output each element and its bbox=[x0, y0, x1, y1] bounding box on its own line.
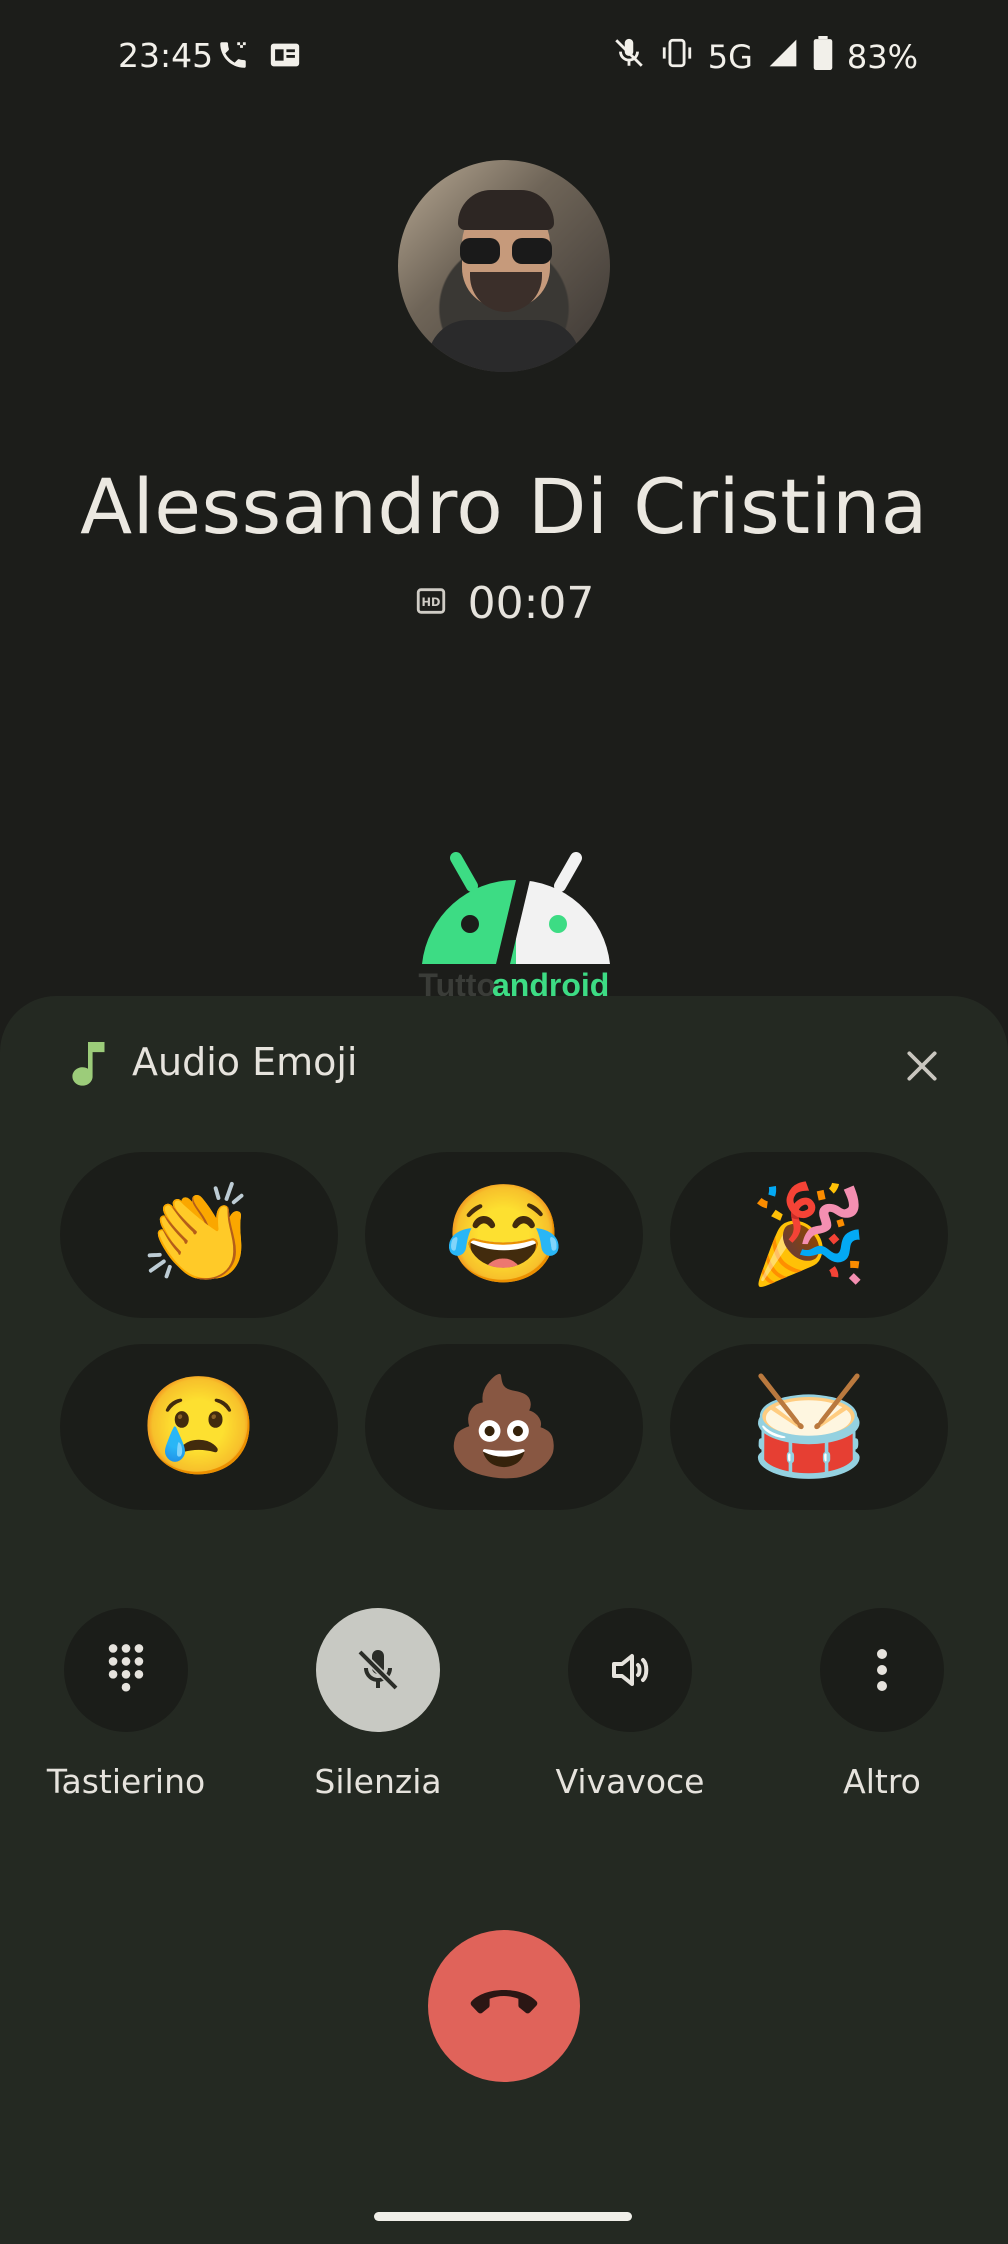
emoji-button-tears-of-joy[interactable]: 😂 bbox=[365, 1152, 643, 1318]
home-indicator[interactable] bbox=[374, 2212, 632, 2221]
end-call-icon bbox=[470, 1990, 538, 2014]
speaker-label: Vivavoce bbox=[555, 1762, 705, 1801]
battery-percent: 83% bbox=[846, 38, 918, 76]
call-timer: 00:07 bbox=[467, 578, 595, 629]
status-time: 23:45 bbox=[118, 36, 214, 75]
keypad-button[interactable] bbox=[64, 1608, 188, 1732]
emoji-button-clapping-hands[interactable]: 👏 bbox=[60, 1152, 338, 1318]
mic-off-icon bbox=[357, 1649, 399, 1691]
mute-control: Silenzia bbox=[268, 1608, 488, 1801]
dialpad-icon bbox=[108, 1644, 144, 1692]
call-info: HD 00:07 bbox=[0, 578, 1008, 629]
end-call-button[interactable] bbox=[428, 1930, 580, 2082]
sheet-title: Audio Emoji bbox=[132, 1040, 358, 1084]
svg-text:HD: HD bbox=[421, 595, 440, 609]
emoji-grid: 👏 😂 🎉 😢 💩 🥁 bbox=[60, 1152, 948, 1510]
mute-button[interactable] bbox=[316, 1608, 440, 1732]
emoji-button-drum[interactable]: 🥁 bbox=[670, 1344, 948, 1510]
battery-icon bbox=[813, 36, 833, 78]
network-type: 5G bbox=[707, 38, 753, 76]
mic-muted-icon bbox=[612, 36, 646, 78]
caller-avatar bbox=[398, 160, 610, 372]
phone-call-icon bbox=[216, 38, 250, 77]
hd-voice-icon: HD bbox=[414, 584, 448, 623]
emoji-button-pile-of-poo[interactable]: 💩 bbox=[365, 1344, 643, 1510]
music-note-icon bbox=[66, 1038, 110, 1095]
signal-icon bbox=[767, 37, 799, 77]
emoji-button-crying-face[interactable]: 😢 bbox=[60, 1344, 338, 1510]
speaker-button[interactable] bbox=[568, 1608, 692, 1732]
close-button[interactable] bbox=[892, 1036, 952, 1096]
vibrate-icon bbox=[660, 36, 694, 78]
keypad-label: Tastierino bbox=[46, 1762, 206, 1801]
speaker-icon bbox=[612, 1654, 649, 1686]
more-control: Altro bbox=[772, 1608, 992, 1801]
more-button[interactable] bbox=[820, 1608, 944, 1732]
keypad-control: Tastierino bbox=[16, 1608, 236, 1801]
sheet-header: Audio Emoji bbox=[0, 996, 1008, 1126]
more-label: Altro bbox=[843, 1762, 921, 1801]
emoji-button-party-popper[interactable]: 🎉 bbox=[670, 1152, 948, 1318]
mute-label: Silenzia bbox=[314, 1762, 442, 1801]
speaker-control: Vivavoce bbox=[520, 1608, 740, 1801]
close-icon bbox=[907, 1051, 937, 1081]
gmail-card-icon bbox=[268, 38, 302, 77]
tuttoandroid-watermark: Tutto android bbox=[418, 852, 614, 1003]
status-bar: 23:45 5G 83% bbox=[0, 0, 1008, 112]
caller-name: Alessandro Di Cristina bbox=[80, 462, 928, 551]
more-vert-icon bbox=[877, 1649, 887, 1691]
